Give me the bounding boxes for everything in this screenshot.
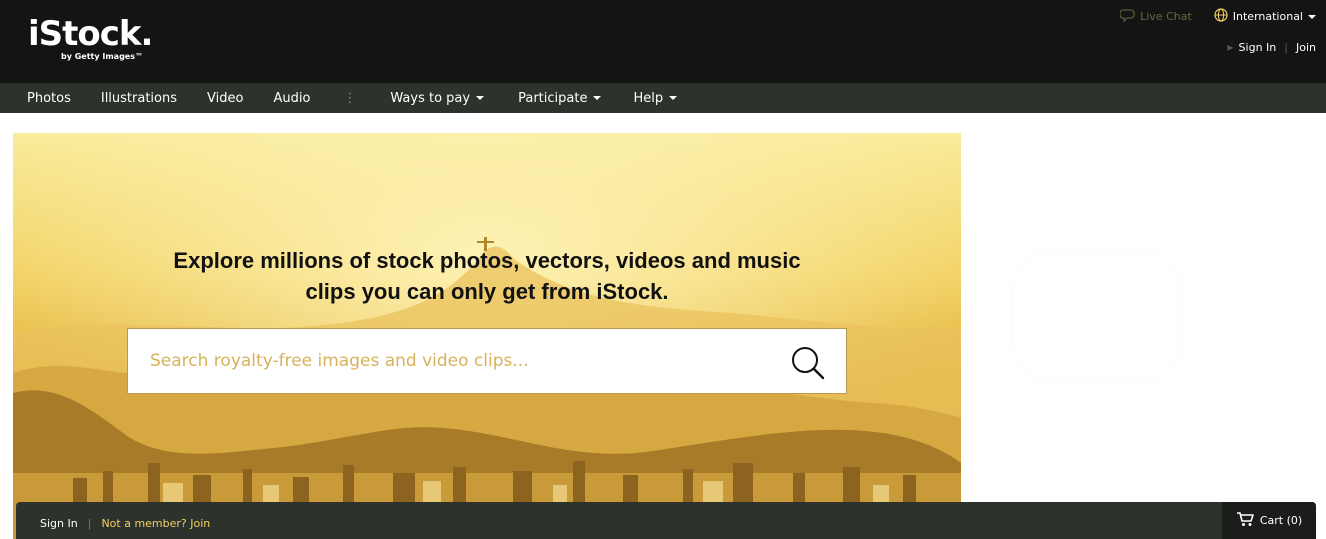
logo-wordmark: iStock. <box>28 14 153 54</box>
hero-banner: Explore millions of stock photos, vector… <box>13 133 961 539</box>
language-selector[interactable]: International <box>1214 8 1316 25</box>
nav-audio[interactable]: Audio <box>273 91 310 106</box>
chat-bubble-icon <box>1119 8 1136 25</box>
nav-label: Participate <box>518 90 588 106</box>
main-nav: Photos Illustrations Video Audio ⋮ Ways … <box>0 83 1326 113</box>
live-chat-label: Live Chat <box>1140 10 1192 23</box>
globe-icon <box>1214 8 1228 25</box>
nav-video[interactable]: Video <box>207 91 243 106</box>
nav-label: Photos <box>27 90 71 106</box>
nav-label: Illustrations <box>100 90 178 106</box>
nav-ways-to-pay[interactable]: Ways to pay <box>390 90 485 106</box>
search-button[interactable] <box>790 345 826 381</box>
bottom-join-link[interactable]: Not a member? Join <box>101 517 210 530</box>
nav-label: Help <box>633 90 664 106</box>
search-box <box>127 328 847 394</box>
nav-help[interactable]: Help <box>633 90 678 106</box>
nav-label: Audio <box>273 90 311 106</box>
search-icon <box>790 347 826 385</box>
nav-label: Video <box>207 90 244 106</box>
link-divider: | <box>1284 41 1288 54</box>
chevron-down-icon <box>593 96 602 100</box>
istock-logo[interactable]: iStock. by Getty Images™ <box>28 14 153 61</box>
nav-label: Ways to pay <box>390 90 471 106</box>
logo-subtext: by Getty Images™ <box>61 52 143 61</box>
bottom-sign-in-link[interactable]: Sign In <box>40 517 78 530</box>
link-divider: | <box>87 517 92 530</box>
cart-label: Cart (0) <box>1259 514 1303 527</box>
nav-photos[interactable]: Photos <box>27 91 71 106</box>
faint-decoration <box>1012 250 1182 382</box>
live-chat-link[interactable]: Live Chat <box>1119 8 1192 25</box>
cart-icon <box>1236 511 1254 530</box>
language-label: International <box>1232 10 1303 23</box>
chevron-down-icon <box>669 96 678 100</box>
cart-button[interactable]: Cart (0) <box>1222 502 1316 539</box>
sticky-bottom-bar: Sign In | Not a member? Join Cart (0) <box>16 502 1316 539</box>
utility-links-top: Live Chat International <box>1119 8 1316 25</box>
chevron-down-icon <box>1308 14 1316 19</box>
sign-in-link[interactable]: Sign In <box>1239 41 1277 54</box>
chevron-down-icon <box>476 96 485 100</box>
hero-headline-line1: Explore millions of stock photos, vector… <box>173 248 801 273</box>
nav-divider: ⋮ <box>343 90 357 106</box>
top-header: iStock. by Getty Images™ Live Chat Inter… <box>0 0 1326 83</box>
account-links: ▶ Sign In | Join <box>1227 41 1316 54</box>
hero-headline-line2: clips you can only get from iStock. <box>305 279 669 304</box>
join-link[interactable]: Join <box>1296 41 1316 54</box>
nav-participate[interactable]: Participate <box>518 90 602 106</box>
search-input[interactable] <box>148 346 768 376</box>
nav-illustrations[interactable]: Illustrations <box>101 91 177 106</box>
bottom-account-links: Sign In | Not a member? Join <box>40 517 210 530</box>
hero-headline: Explore millions of stock photos, vector… <box>128 245 846 307</box>
triangle-right-icon: ▶ <box>1227 43 1234 52</box>
